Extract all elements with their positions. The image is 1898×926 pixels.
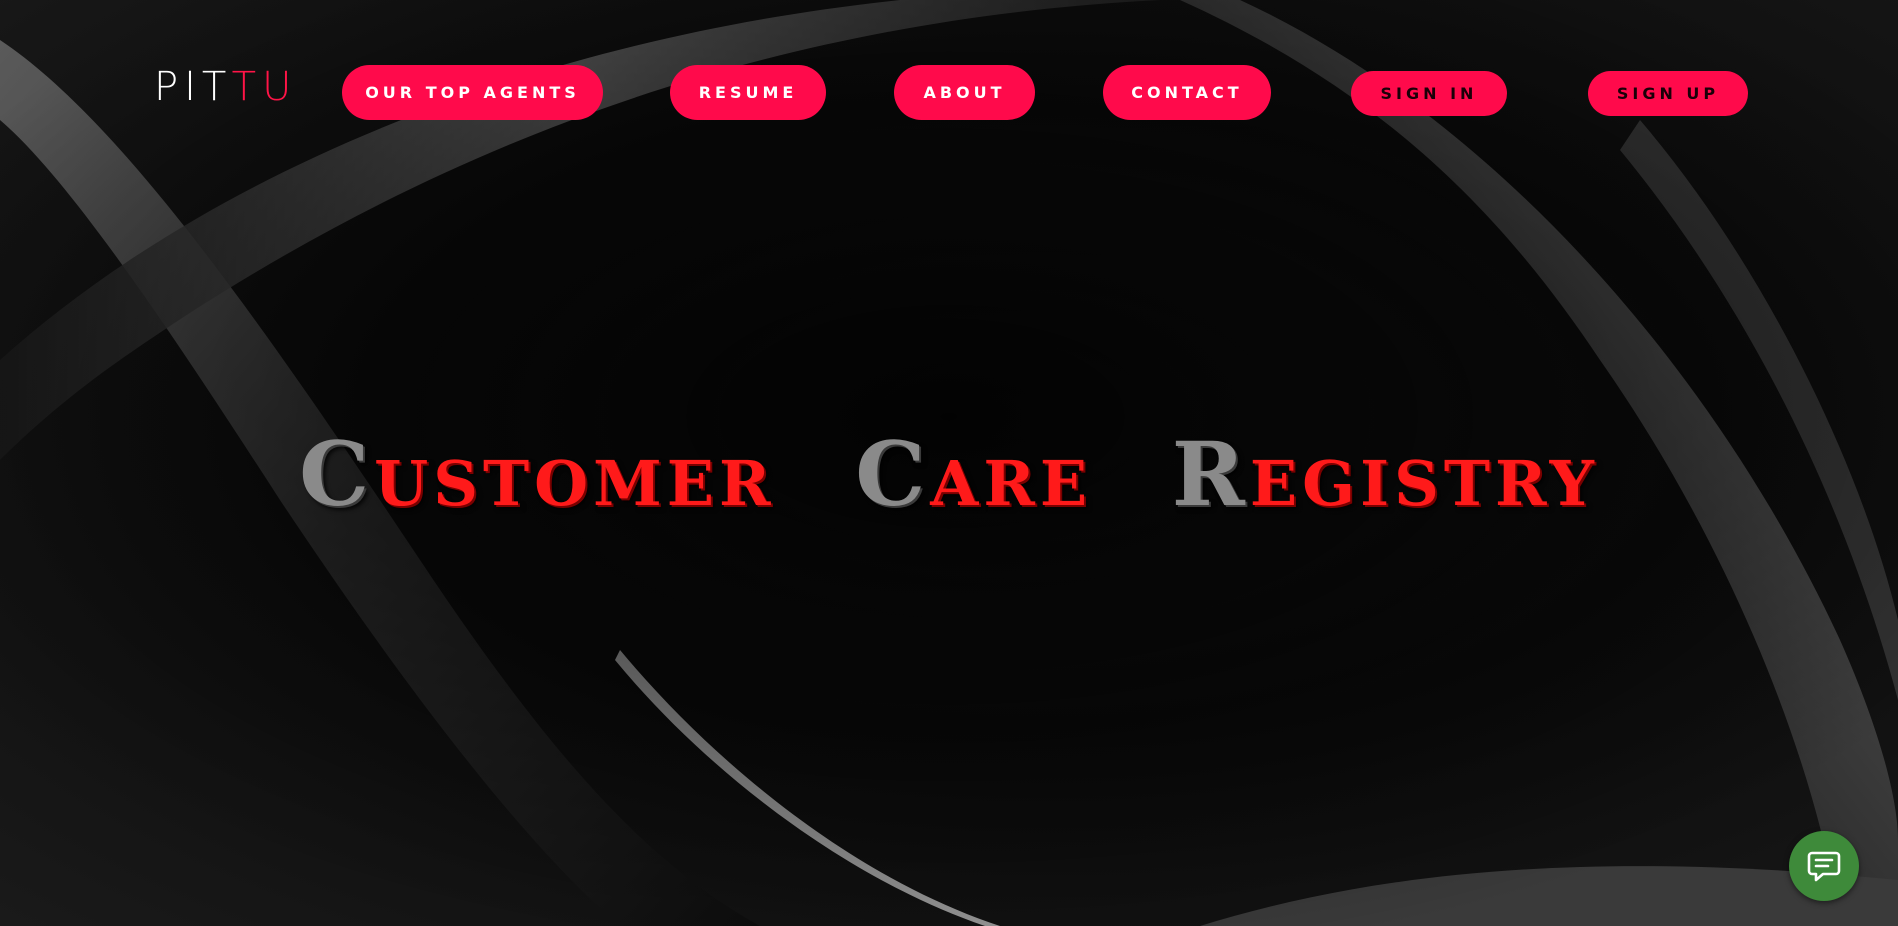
nav-resume-button[interactable]: RESUME (670, 65, 826, 120)
hero-word-rest: are (930, 422, 1093, 526)
hero-word-initial: R (1171, 422, 1250, 526)
hero-word: Care (855, 430, 1092, 518)
sign-up-button[interactable]: SIGN UP (1588, 71, 1748, 116)
sign-in-button[interactable]: SIGN IN (1351, 71, 1507, 116)
hero-word-initial: C (855, 422, 931, 526)
chat-icon (1807, 851, 1841, 882)
page: PITTU OUR TOP AGENTS RESUME ABOUT CONTAC… (0, 0, 1898, 926)
nav-our-top-agents-button[interactable]: OUR TOP AGENTS (342, 65, 603, 120)
hero-word-initial: C (299, 422, 375, 526)
logo-text-part1: PIT (154, 64, 232, 110)
hero-word: Registry (1172, 430, 1599, 518)
hero-title: Customer Care Registry (0, 430, 1898, 518)
nav-contact-button[interactable]: CONTACT (1103, 65, 1271, 120)
logo-text-part2: TU (231, 64, 298, 110)
hero-word: Customer (299, 430, 775, 518)
nav-about-button[interactable]: ABOUT (894, 65, 1035, 120)
hero-word-rest: egistry (1249, 422, 1599, 526)
chat-widget-button[interactable] (1789, 831, 1859, 901)
hero-word-rest: ustomer (374, 422, 776, 526)
site-logo[interactable]: PITTU (154, 64, 297, 110)
